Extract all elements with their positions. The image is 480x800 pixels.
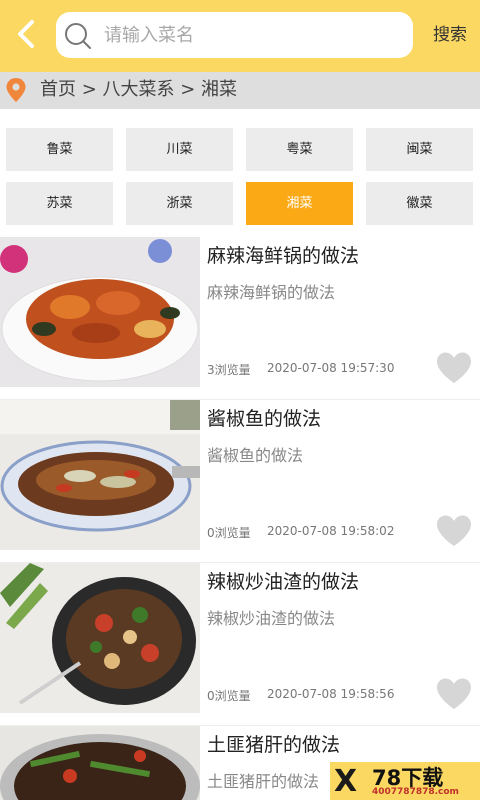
heart-icon[interactable] [435, 677, 473, 711]
recipe-title: 土匪猪肝的做法 [207, 734, 341, 756]
recipe-views: 3浏览量 [207, 363, 251, 377]
top-bar: 搜索 [0, 0, 480, 72]
location-pin-icon [5, 77, 27, 103]
recipe-thumbnail [0, 400, 200, 550]
recipe-thumbnail [0, 563, 200, 713]
heart-icon[interactable] [435, 351, 473, 385]
recipe-thumbnail [0, 237, 200, 387]
heart-icon[interactable] [435, 514, 473, 548]
recipe-item[interactable]: 麻辣海鲜锅的做法 麻辣海鲜锅的做法 3浏览量 2020-07-08 19:57:… [0, 237, 480, 400]
recipe-item[interactable]: 酱椒鱼的做法 酱椒鱼的做法 0浏览量 2020-07-08 19:58:02 [0, 400, 480, 563]
recipe-description: 土匪猪肝的做法 [207, 772, 320, 791]
recipe-views: 0浏览量 [207, 689, 251, 703]
category-hui[interactable]: 徽菜 [366, 182, 473, 225]
recipe-timestamp: 2020-07-08 19:58:02 [267, 524, 395, 538]
category-zhe[interactable]: 浙菜 [126, 182, 233, 225]
recipe-title: 麻辣海鲜锅的做法 [207, 245, 360, 267]
breadcrumb: 首页 > 八大菜系 > 湘菜 [0, 72, 480, 109]
breadcrumb-text: 首页 > 八大菜系 > 湘菜 [40, 79, 238, 100]
watermark-logo-icon: X [334, 764, 358, 799]
recipe-thumbnail [0, 726, 200, 800]
category-yue[interactable]: 粤菜 [246, 128, 353, 171]
recipe-timestamp: 2020-07-08 19:57:30 [267, 361, 395, 375]
recipe-item[interactable]: 辣椒炒油渣的做法 辣椒炒油渣的做法 0浏览量 2020-07-08 19:58:… [0, 563, 480, 726]
category-chuan[interactable]: 川菜 [126, 128, 233, 171]
category-su[interactable]: 苏菜 [6, 182, 113, 225]
recipe-title: 酱椒鱼的做法 [207, 408, 322, 430]
recipe-title: 辣椒炒油渣的做法 [207, 571, 360, 593]
category-xiang[interactable]: 湘菜 [246, 182, 353, 225]
recipe-description: 麻辣海鲜锅的做法 [207, 283, 336, 302]
back-chevron-icon[interactable] [8, 14, 48, 54]
category-grid: 鲁菜 川菜 粤菜 闽菜 苏菜 浙菜 湘菜 徽菜 [0, 109, 480, 237]
category-min[interactable]: 闽菜 [366, 128, 473, 171]
search-button[interactable]: 搜索 [424, 20, 476, 50]
search-box[interactable] [56, 12, 413, 58]
watermark: X 78下载 4007787878.com [330, 762, 480, 800]
category-lu[interactable]: 鲁菜 [6, 128, 113, 171]
search-input[interactable] [104, 20, 394, 50]
recipe-views: 0浏览量 [207, 526, 251, 540]
recipe-description: 辣椒炒油渣的做法 [207, 609, 336, 628]
watermark-url: 4007787878.com [372, 787, 459, 797]
recipe-timestamp: 2020-07-08 19:58:56 [267, 687, 395, 701]
recipe-description: 酱椒鱼的做法 [207, 446, 304, 465]
search-icon [62, 20, 94, 52]
